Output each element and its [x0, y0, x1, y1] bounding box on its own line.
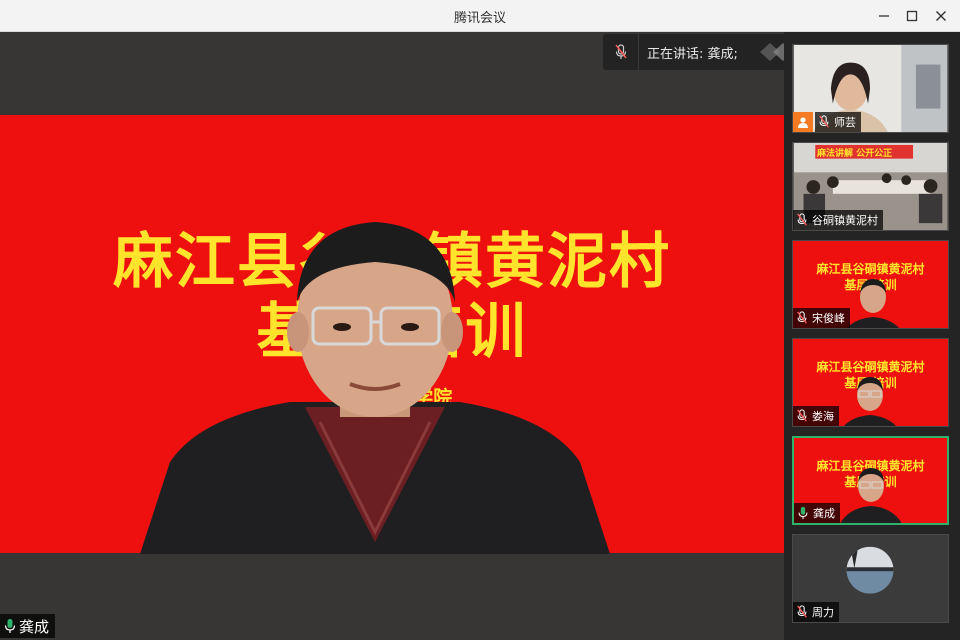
participant-label: 龚成	[794, 503, 840, 523]
participant-panel: 师芸 麻法讲解 公开公正 谷硐镇黄泥村 麻江县谷硐镇黄泥村 基层 培训 宋俊峰 …	[784, 32, 960, 640]
microphone-icon	[4, 619, 16, 633]
host-badge	[793, 112, 813, 132]
microphone-muted-icon	[819, 115, 829, 128]
main-speaker-label: 龚成	[0, 614, 56, 638]
minimize-button[interactable]	[871, 4, 897, 28]
title-bar: 腾讯会议	[0, 0, 960, 32]
host-user-icon	[798, 117, 808, 128]
participant-name: 周力	[812, 606, 834, 619]
mute-toggle-button[interactable]	[603, 34, 639, 70]
tile-banner-text: 麻法讲解 公开公正	[817, 149, 893, 159]
speaking-text: 正在讲话: 龚成;	[647, 46, 738, 62]
participant-label: 师芸	[815, 112, 861, 132]
participant-tile[interactable]: 周力	[792, 534, 949, 623]
participant-label: 宋俊峰	[793, 308, 850, 328]
microphone-muted-icon	[797, 213, 807, 226]
main-speaker-name: 龚成	[19, 617, 50, 636]
speaker-video	[130, 212, 620, 554]
window-title: 腾讯会议	[453, 11, 506, 26]
participant-name: 师芸	[834, 116, 856, 129]
participant-tile[interactable]: 麻法讲解 公开公正 谷硐镇黄泥村	[792, 142, 949, 231]
participant-tile[interactable]: 麻江县谷硐镇黄泥村 基层 培训 宋俊峰	[792, 240, 949, 329]
close-button[interactable]	[928, 4, 954, 28]
participant-name: 谷硐镇黄泥村	[812, 214, 878, 227]
participant-label: 周力	[793, 602, 839, 622]
participant-tile[interactable]: 师芸	[792, 44, 949, 133]
maximize-button[interactable]	[899, 4, 925, 28]
speaker-figure	[140, 222, 610, 554]
participant-video	[840, 468, 902, 523]
participant-name: 宋俊峰	[812, 312, 845, 325]
participant-name: 娄海	[812, 410, 834, 423]
maximize-icon	[906, 10, 918, 22]
participant-tile[interactable]: 麻江县谷硐镇黄泥村 基层 培训 娄海	[792, 338, 949, 427]
participant-label: 谷硐镇黄泥村	[793, 210, 883, 230]
microphone-muted-icon	[797, 605, 807, 618]
microphone-icon	[798, 506, 808, 520]
minimize-icon	[879, 15, 889, 17]
participant-video	[844, 377, 896, 426]
participant-name: 龚成	[813, 507, 835, 520]
participant-tile-active[interactable]: 麻江县谷硐镇黄泥村 基层 培训 龚成	[792, 436, 949, 525]
microphone-muted-icon	[797, 311, 807, 324]
main-video[interactable]: 麻江县谷硐镇黄泥村 基层 培训 主办： 理学院	[0, 32, 784, 640]
close-icon	[936, 11, 946, 21]
participant-label: 娄海	[793, 406, 839, 426]
microphone-muted-icon	[614, 44, 627, 59]
microphone-muted-icon	[797, 409, 807, 422]
